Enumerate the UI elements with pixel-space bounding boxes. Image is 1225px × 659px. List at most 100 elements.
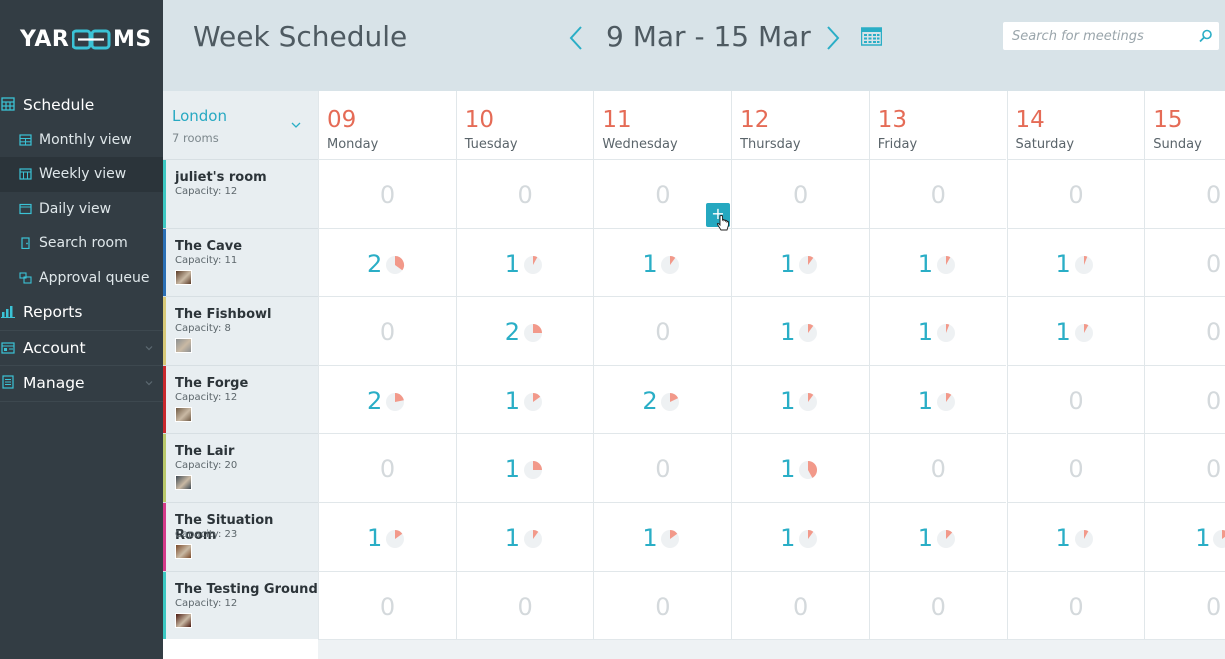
day-number: 12 <box>740 107 770 133</box>
schedule-cell[interactable]: 1 <box>731 296 869 365</box>
schedule-cell[interactable]: 1 <box>1144 502 1225 571</box>
day-header-tuesday[interactable]: 10 Tuesday <box>455 91 594 159</box>
schedule-cell[interactable]: 1 <box>455 227 594 297</box>
schedule-cell[interactable]: 0 <box>868 433 1007 502</box>
schedule-cell[interactable]: 1 <box>455 502 594 571</box>
schedule-cell[interactable]: 1 <box>318 502 456 571</box>
schedule-cell[interactable]: 0 <box>731 570 869 640</box>
schedule-cell[interactable]: 0 <box>1144 296 1225 365</box>
schedule-cell[interactable]: 1 <box>1006 502 1145 571</box>
location-selector[interactable]: London 7 rooms <box>163 91 318 159</box>
sidebar-item-account[interactable]: Account <box>0 331 163 366</box>
schedule-cell[interactable]: 0 <box>318 570 456 640</box>
schedule-cell[interactable]: 2 <box>593 364 732 434</box>
room-capacity: Capacity: 12 <box>175 597 238 609</box>
chevron-down-icon[interactable] <box>145 379 153 387</box>
schedule-cell[interactable]: 1 <box>593 502 732 571</box>
sidebar-item-daily-view[interactable]: Daily view <box>0 192 163 227</box>
booking-count: 0 <box>655 592 671 621</box>
chevron-down-icon[interactable] <box>291 121 301 129</box>
search-icon[interactable] <box>1199 29 1213 43</box>
schedule-cell[interactable]: 2 <box>318 364 456 434</box>
schedule-cell[interactable]: 0 <box>593 433 732 502</box>
day-header-monday[interactable]: 09 Monday <box>318 91 456 159</box>
schedule-cell[interactable]: 0 <box>1144 227 1225 297</box>
sidebar-item-approval-queue[interactable]: Approval queue <box>0 261 163 296</box>
schedule-cell[interactable]: 0 <box>1006 570 1145 640</box>
schedule-cell[interactable]: 0 <box>318 296 456 365</box>
schedule-cell[interactable]: 1 <box>455 364 594 434</box>
chevron-down-icon[interactable] <box>145 344 153 352</box>
schedule-cell[interactable]: 1 <box>731 502 869 571</box>
room-row-header[interactable]: The Situation Room Capacity: 23 <box>163 502 318 571</box>
schedule-cell[interactable]: 1 <box>868 227 1007 297</box>
schedule-cell[interactable]: 0 <box>1144 364 1225 434</box>
location-name: London <box>172 107 227 125</box>
schedule-cell[interactable]: 1 <box>731 227 869 297</box>
schedule-cell[interactable]: 0 <box>1006 364 1145 434</box>
schedule-cell[interactable]: 0 <box>318 159 456 228</box>
sidebar-item-weekly-view[interactable]: Weekly view <box>0 157 163 192</box>
calendar-icon[interactable] <box>861 27 882 46</box>
room-row-header[interactable]: juliet's room Capacity: 12 <box>163 159 318 228</box>
sidebar-item-schedule[interactable]: Schedule <box>0 88 163 123</box>
room-row-header[interactable]: The Cave Capacity: 11 <box>163 227 318 297</box>
booking-count: 0 <box>1068 386 1084 415</box>
week-grid: London 7 rooms 09 Monday 10 Tuesday 11 Wednes… <box>163 91 1225 659</box>
sidebar-item-reports[interactable]: Reports <box>0 295 163 330</box>
day-header-friday[interactable]: 13 Friday <box>868 91 1007 159</box>
schedule-cell[interactable]: 0 <box>1144 433 1225 502</box>
sidebar: YAR MS Schedule Monthly view Weekly view Da… <box>0 0 163 659</box>
booking-count: 1 <box>780 318 796 347</box>
schedule-cell[interactable]: 0 <box>1006 159 1145 228</box>
schedule-cell[interactable]: 1 <box>455 433 594 502</box>
schedule-cell[interactable]: 2 <box>455 296 594 365</box>
search-input[interactable] <box>1003 22 1193 50</box>
schedule-cell[interactable]: 1 <box>868 364 1007 434</box>
schedule-cell[interactable]: 0 <box>593 296 732 365</box>
room-name: The Fishbowl <box>175 307 272 323</box>
schedule-cell[interactable]: 2 <box>318 227 456 297</box>
schedule-cell[interactable]: 1 <box>1006 227 1145 297</box>
week-range: 9 Mar - 15 Mar <box>606 20 811 53</box>
schedule-cell[interactable]: 1 <box>1006 296 1145 365</box>
room-row-header[interactable]: The Testing Ground Capacity: 12 <box>163 570 318 640</box>
schedule-cell[interactable]: 0 <box>1144 159 1225 228</box>
schedule-cell[interactable]: 0 <box>593 570 732 640</box>
schedule-cell[interactable]: 0 <box>868 570 1007 640</box>
schedule-cell[interactable]: 1 <box>731 364 869 434</box>
next-week-arrow-icon[interactable] <box>825 25 841 51</box>
pie-booked-slice <box>532 324 542 334</box>
previous-week-arrow-icon[interactable] <box>568 25 584 51</box>
sidebar-item-manage[interactable]: Manage <box>0 366 163 401</box>
sidebar-item-monthly-view[interactable]: Monthly view <box>0 123 163 158</box>
sidebar-item-search-room[interactable]: Search room <box>0 226 163 261</box>
booking-count: 0 <box>930 455 946 484</box>
schedule-cell[interactable]: 1 <box>868 502 1007 571</box>
schedule-cell[interactable]: 1 <box>731 433 869 502</box>
hand-pointer-icon <box>716 215 729 231</box>
schedule-cell[interactable]: 1 <box>868 296 1007 365</box>
occupancy-pie-icon <box>799 392 818 411</box>
schedule-cell[interactable]: 0 <box>1006 433 1145 502</box>
day-header-saturday[interactable]: 14 Saturday <box>1006 91 1145 159</box>
room-row-header[interactable]: The Fishbowl Capacity: 8 <box>163 296 318 365</box>
day-number: 09 <box>327 107 357 133</box>
schedule-cell[interactable]: 0 <box>455 570 594 640</box>
day-header-sunday[interactable]: 15 Sunday <box>1144 91 1225 159</box>
occupancy-pie-icon <box>523 461 542 480</box>
room-row-header[interactable]: The Lair Capacity: 20 <box>163 433 318 502</box>
schedule-cell[interactable]: 0 <box>1144 570 1225 640</box>
schedule-cell[interactable]: 0 <box>318 433 456 502</box>
day-header-thursday[interactable]: 12 Thursday <box>731 91 869 159</box>
schedule-cell[interactable]: 0 <box>868 159 1007 228</box>
booking-count: 0 <box>1068 455 1084 484</box>
sidebar-item-label: Approval queue <box>39 269 150 286</box>
schedule-cell[interactable]: 0 <box>731 159 869 228</box>
room-row-header[interactable]: The Forge Capacity: 12 <box>163 364 318 434</box>
schedule-cell[interactable]: 1 <box>593 227 732 297</box>
room-thumbnail <box>175 406 192 422</box>
day-header-wednesday[interactable]: 11 Wednesday <box>593 91 732 159</box>
yarooms-logo[interactable]: YAR MS <box>20 26 151 54</box>
schedule-cell[interactable]: 0 <box>455 159 594 228</box>
